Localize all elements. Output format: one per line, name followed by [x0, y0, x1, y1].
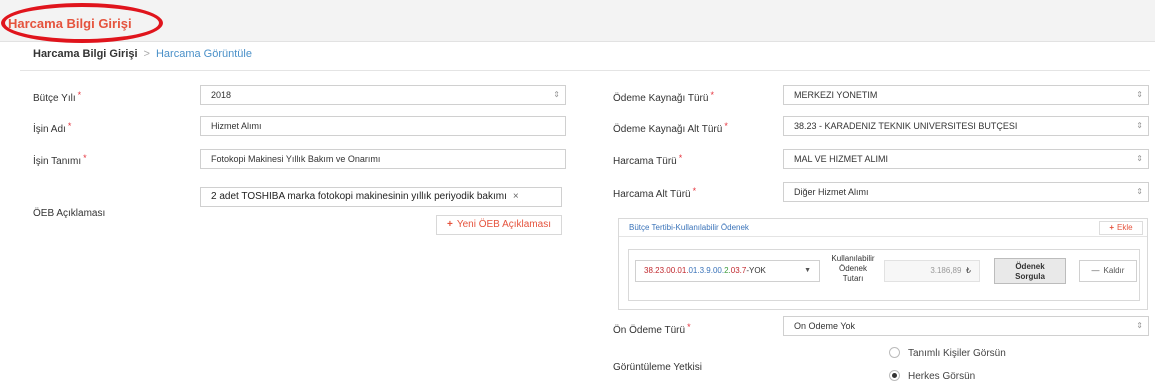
add-budget-button[interactable]: + Ekle — [1099, 221, 1143, 235]
new-oeb-button-label: Yeni ÖEB Açıklaması — [456, 219, 551, 230]
isin-tanimi-label: İşin Tanımı * — [33, 153, 87, 167]
lira-icon: ₺ — [965, 266, 971, 275]
radio-icon — [889, 347, 900, 358]
plus-icon: + — [447, 219, 453, 230]
annotation-circle — [1, 3, 163, 43]
harcama-turu-label: Harcama Türü * — [613, 153, 683, 167]
available-amount-label-line: Ödenek — [838, 264, 868, 273]
on-odeme-turu-select[interactable]: On Odeme Yok ⇕ — [783, 316, 1149, 336]
sort-arrows-icon: ⇕ — [1136, 321, 1143, 330]
sort-arrows-icon: ⇕ — [1136, 121, 1143, 130]
available-amount-field: 3.186,89 ₺ — [884, 260, 980, 282]
breadcrumb: Harcama Bilgi Girişi > Harcama Görüntüle — [33, 48, 252, 60]
divider — [20, 70, 1150, 71]
sort-arrows-icon: ⇕ — [1136, 187, 1143, 196]
radio-label: Tanımlı Kişiler Görsün — [908, 348, 1006, 360]
sort-arrows-icon: ⇕ — [553, 90, 560, 99]
oeb-tag-text: 2 adet TOSHIBA marka fotokopi makinesini… — [211, 191, 507, 202]
breadcrumb-separator-icon: > — [143, 48, 150, 60]
page-header: Harcama Bilgi Girişi — [0, 0, 1155, 42]
budget-panel: Bütçe Tertibi-Kullanılabilir Ödenek + Ekl… — [618, 218, 1148, 310]
new-oeb-button[interactable]: + Yeni ÖEB Açıklaması — [436, 215, 562, 235]
minus-icon: — — [1091, 266, 1100, 275]
odeme-kaynagi-turu-label: Ödeme Kaynağı Türü * — [613, 90, 714, 104]
required-mark: * — [83, 153, 87, 163]
harcama-alt-turu-label: Harcama Alt Türü * — [613, 186, 697, 200]
goruntuleme-yetkisi-label: Görüntüleme Yetkisi — [613, 362, 702, 373]
budget-panel-header: Bütçe Tertibi-Kullanılabilir Ödenek + Ekl… — [619, 219, 1147, 237]
butce-yili-label: Bütçe Yılı * — [33, 90, 82, 104]
odeme-kaynagi-alt-turu-select[interactable]: 38.23 - KARADENIZ TEKNIK UNIVERSITESI BU… — [783, 116, 1149, 136]
sorgula-label-line: Ödenek — [1015, 262, 1045, 271]
sort-arrows-icon: ⇕ — [1136, 154, 1143, 163]
remove-budget-label: Kaldır — [1103, 266, 1125, 275]
butce-yili-value: 2018 — [211, 90, 232, 100]
budget-code-select[interactable]: 38.23.00.01.01.3.9.00.2.03.7-YOK ▼ — [635, 260, 820, 282]
odenek-sorgula-button[interactable]: Ödenek Sorgula — [994, 258, 1066, 284]
harcama-alt-turu-select[interactable]: Diğer Hizmet Alımı ⇕ — [783, 182, 1149, 202]
odeme-kaynagi-turu-select[interactable]: MERKEZI YONETIM ⇕ — [783, 85, 1149, 105]
required-mark: * — [67, 121, 72, 131]
close-icon[interactable]: × — [513, 191, 519, 202]
available-amount-label-line: Tutarı — [842, 274, 864, 283]
remove-budget-button[interactable]: — Kaldır — [1079, 260, 1137, 282]
oeb-tag: 2 adet TOSHIBA marka fotokopi makinesini… — [200, 187, 562, 207]
on-odeme-turu-value: On Odeme Yok — [794, 321, 856, 331]
caret-down-icon: ▼ — [804, 267, 811, 274]
breadcrumb-current[interactable]: Harcama Görüntüle — [156, 48, 252, 60]
required-mark: * — [77, 90, 82, 100]
plus-icon: + — [1109, 223, 1115, 232]
radio-label: Herkes Görsün — [908, 371, 976, 383]
breadcrumb-main[interactable]: Harcama Bilgi Girişi — [33, 48, 138, 60]
odeme-kaynagi-alt-turu-label: Ödeme Kaynağı Alt Türü * — [613, 121, 728, 135]
budget-panel-title: Bütçe Tertibi-Kullanılabilir Ödenek — [629, 223, 749, 232]
harcama-alt-turu-value: Diğer Hizmet Alımı — [794, 187, 869, 197]
code-part-3: 2. — [724, 266, 731, 275]
isin-adi-label: İşin Adı * — [33, 121, 72, 135]
isin-adi-input[interactable]: Hizmet Alımı — [200, 116, 566, 136]
required-mark: * — [687, 322, 691, 332]
budget-row: 38.23.00.01.01.3.9.00.2.03.7-YOK ▼ Kulla… — [628, 249, 1140, 301]
code-part-2: 01.3.9.00. — [688, 266, 725, 275]
code-part-5: -YOK — [746, 266, 766, 275]
on-odeme-turu-label: Ön Ödeme Türü * — [613, 322, 691, 336]
isin-tanimi-input[interactable]: Fotokopi Makinesi Yıllık Bakım ve Onarım… — [200, 149, 566, 169]
oeb-aciklamasi-label: ÖEB Açıklaması — [33, 208, 106, 219]
available-amount-value: 3.186,89 — [930, 266, 962, 275]
odeme-kaynagi-turu-value: MERKEZI YONETIM — [794, 90, 878, 100]
required-mark: * — [724, 121, 728, 131]
sort-arrows-icon: ⇕ — [1136, 90, 1143, 99]
add-budget-label: Ekle — [1117, 223, 1133, 232]
sorgula-label-line: Sorgula — [1015, 272, 1045, 281]
radio-checked-icon — [889, 370, 900, 381]
required-mark: * — [692, 186, 697, 196]
required-mark: * — [678, 153, 683, 163]
radio-tanimli-kisiler[interactable]: Tanımlı Kişiler Görsün — [889, 347, 1006, 360]
code-part-4: 03.7 — [730, 266, 747, 275]
harcama-turu-select[interactable]: MAL VE HIZMET ALIMI ⇕ — [783, 149, 1149, 169]
odeme-kaynagi-alt-turu-value: 38.23 - KARADENIZ TEKNIK UNIVERSITESI BU… — [794, 121, 1018, 131]
radio-herkes-gorsun[interactable]: Herkes Görsün — [889, 370, 976, 383]
code-part-1: 38.23.00.01. — [644, 266, 689, 275]
available-amount-label-line: Kullanılabilir — [831, 254, 875, 263]
harcama-turu-value: MAL VE HIZMET ALIMI — [794, 154, 889, 164]
required-mark: * — [710, 90, 714, 100]
butce-yili-select[interactable]: 2018 ⇕ — [200, 85, 566, 105]
available-amount-label: Kullanılabilir Ödenek Tutarı — [823, 254, 883, 284]
